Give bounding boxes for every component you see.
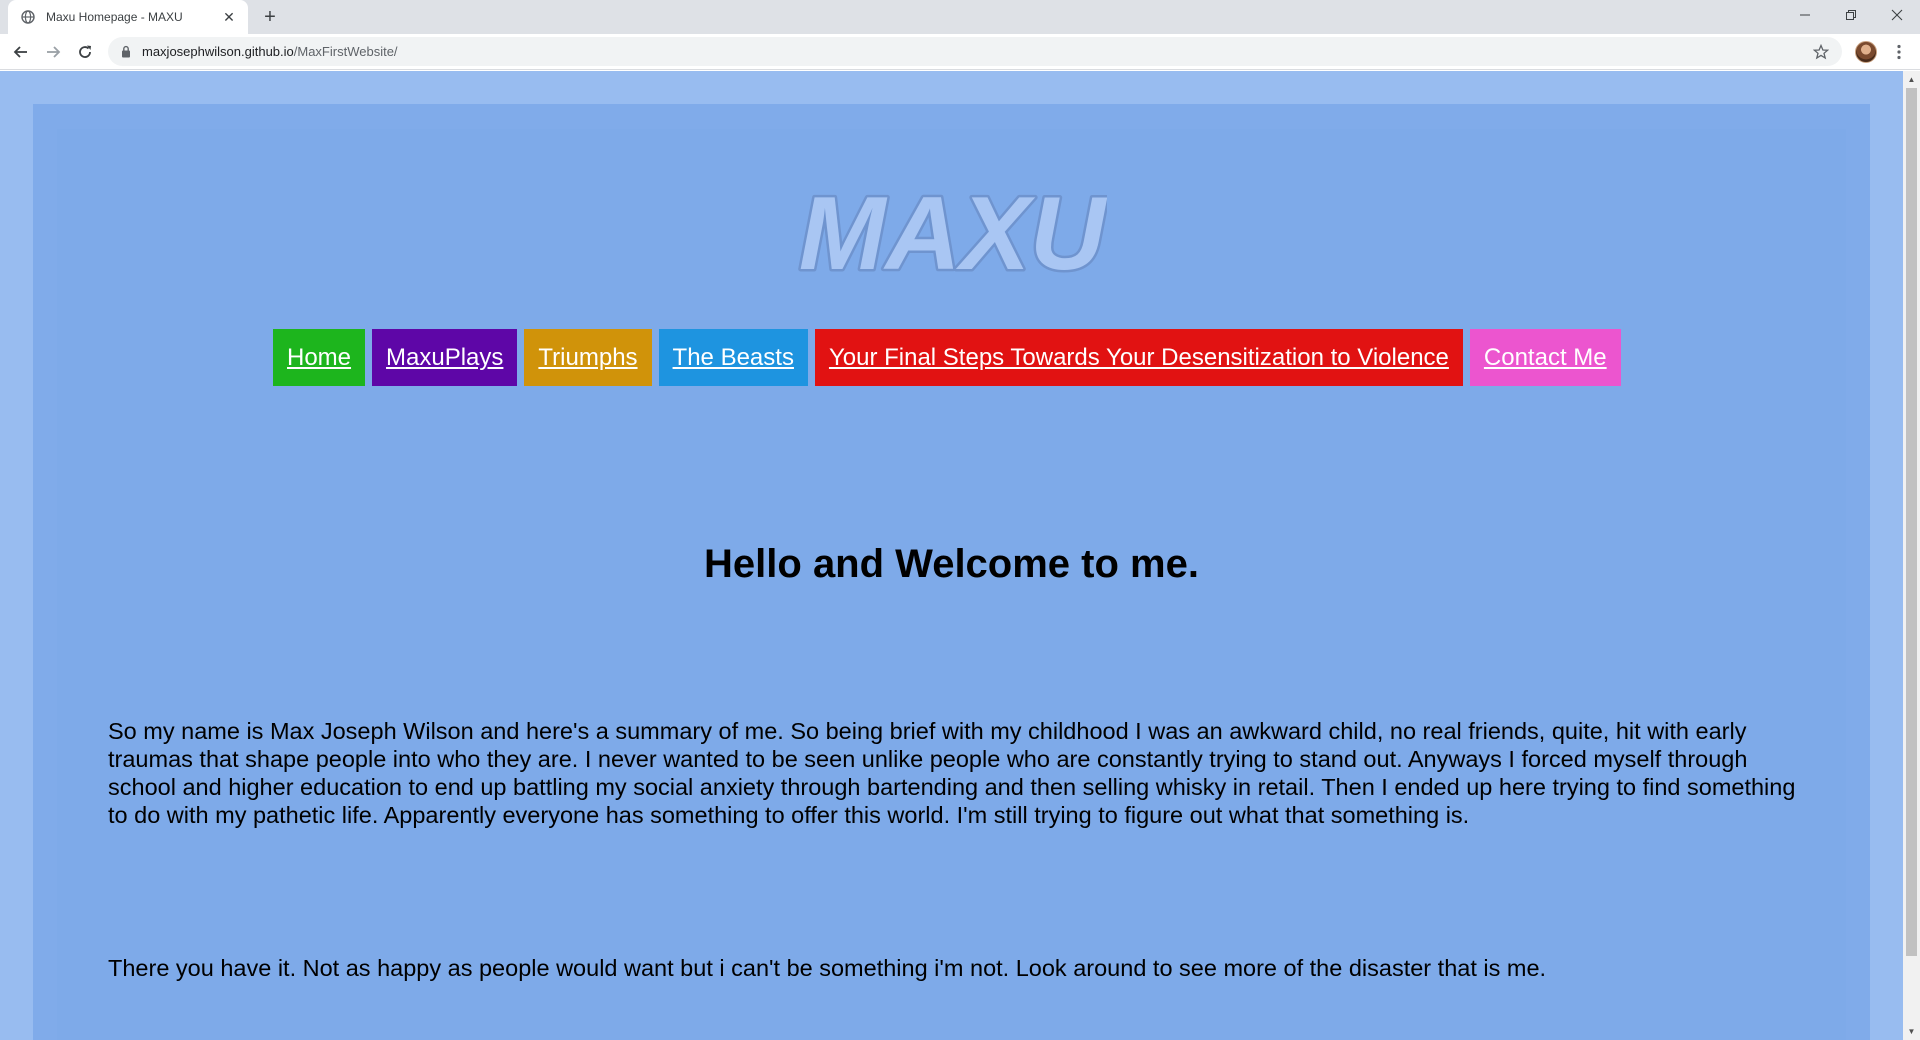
browser-toolbar: maxjosephwilson.github.io/MaxFirstWebsit…: [0, 34, 1920, 70]
address-bar[interactable]: maxjosephwilson.github.io/MaxFirstWebsit…: [108, 37, 1842, 66]
nav-the-beasts[interactable]: The Beasts: [658, 329, 808, 386]
globe-icon: [20, 9, 36, 25]
url-text: maxjosephwilson.github.io/MaxFirstWebsit…: [142, 44, 398, 59]
scroll-up-icon[interactable]: ▲: [1903, 71, 1920, 88]
page-viewport: MAXU Home MaxuPlays Triumphs The Beasts …: [0, 71, 1903, 1040]
vertical-dots-icon[interactable]: [1888, 41, 1910, 63]
scroll-down-icon[interactable]: ▼: [1903, 1023, 1920, 1040]
nav-maxuplays[interactable]: MaxuPlays: [372, 329, 518, 386]
window-controls: [1782, 0, 1920, 30]
close-tab-icon[interactable]: ✕: [220, 8, 238, 26]
nav-desensitization[interactable]: Your Final Steps Towards Your Desensitiz…: [814, 329, 1463, 386]
tab-title: Maxu Homepage - MAXU: [46, 10, 183, 24]
page-heading: Hello and Welcome to me.: [704, 542, 1199, 586]
content-panel: MAXU Home MaxuPlays Triumphs The Beasts …: [57, 129, 1846, 1040]
close-window-icon[interactable]: [1874, 0, 1920, 30]
site-logo: MAXU: [797, 174, 1107, 294]
content-wrapper: MAXU Home MaxuPlays Triumphs The Beasts …: [33, 104, 1870, 1040]
main-nav: Home MaxuPlays Triumphs The Beasts Your …: [273, 329, 1621, 386]
url-host: maxjosephwilson.github.io: [142, 44, 294, 59]
nav-home[interactable]: Home: [273, 329, 366, 386]
tab-strip: Maxu Homepage - MAXU ✕ +: [0, 0, 1920, 34]
browser-tab[interactable]: Maxu Homepage - MAXU ✕: [8, 0, 248, 34]
lock-icon: [120, 45, 132, 59]
new-tab-button[interactable]: +: [258, 5, 282, 29]
url-path: /MaxFirstWebsite/: [293, 44, 398, 59]
restore-icon[interactable]: [1828, 0, 1874, 30]
minimize-icon[interactable]: [1782, 0, 1828, 30]
nav-triumphs[interactable]: Triumphs: [524, 329, 652, 386]
reload-icon[interactable]: [71, 38, 99, 66]
profile-avatar[interactable]: [1855, 41, 1877, 63]
arrow-left-icon[interactable]: [7, 38, 35, 66]
closing-paragraph: There you have it. Not as happy as peopl…: [108, 955, 1547, 981]
arrow-right-icon[interactable]: [39, 38, 67, 66]
nav-contact-me[interactable]: Contact Me: [1469, 329, 1621, 386]
star-icon[interactable]: [1812, 43, 1830, 61]
logo-text: MAXU: [799, 176, 1107, 292]
scroll-thumb[interactable]: [1906, 88, 1917, 956]
page-scrollbar[interactable]: ▲ ▼: [1903, 71, 1920, 1040]
intro-paragraph: So my name is Max Joseph Wilson and here…: [108, 718, 1796, 828]
